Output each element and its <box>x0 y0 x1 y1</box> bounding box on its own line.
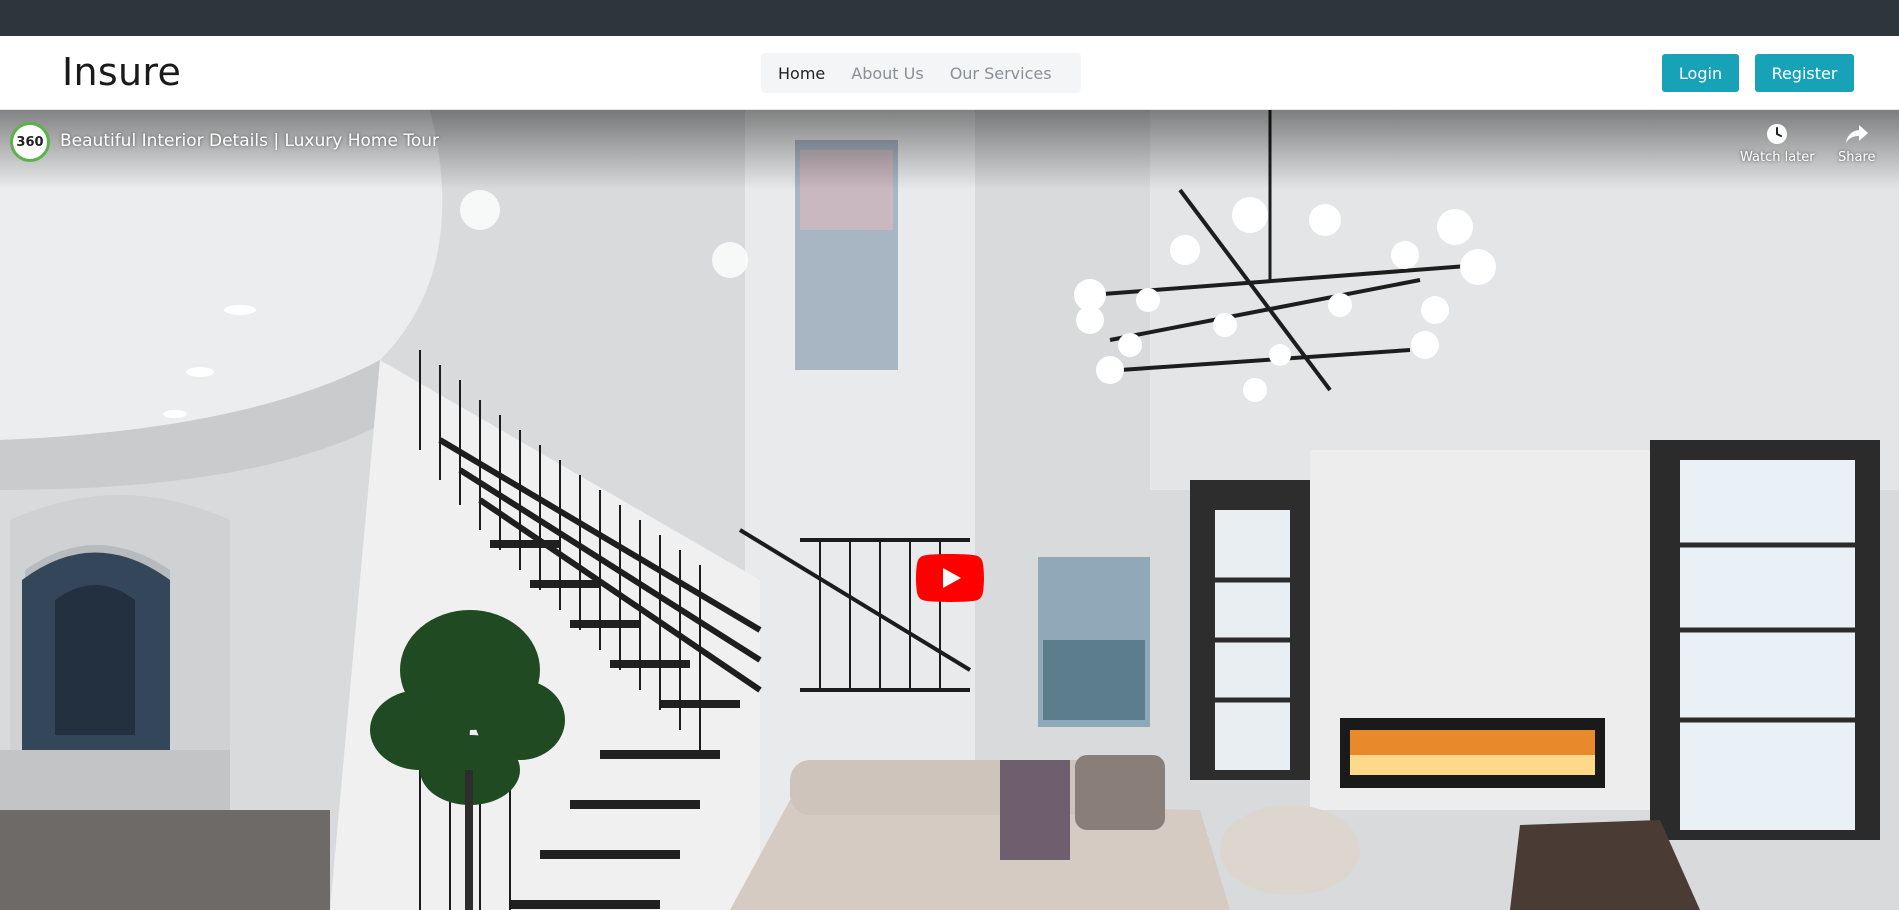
nav-link-our-services[interactable]: Our Services <box>950 64 1052 83</box>
video-thumbnail <box>0 110 1899 910</box>
login-button[interactable]: Login <box>1662 54 1739 92</box>
share-button[interactable]: Share <box>1838 122 1876 165</box>
watch-later-label: Watch later <box>1740 150 1815 165</box>
watch-later-button[interactable]: Watch later <box>1740 122 1815 165</box>
clock-icon <box>1767 124 1788 144</box>
navbar: Insure Home About Us Our Services Login … <box>0 36 1899 110</box>
video-title[interactable]: Beautiful Interior Details | Luxury Home… <box>60 131 439 151</box>
main-nav: Home About Us Our Services <box>761 53 1081 93</box>
share-label: Share <box>1838 150 1876 165</box>
brand-logo[interactable]: Insure <box>62 50 181 94</box>
play-button[interactable] <box>916 554 984 602</box>
nav-link-about-us[interactable]: About Us <box>851 64 923 83</box>
youtube-play-icon <box>916 554 984 602</box>
nav-link-home[interactable]: Home <box>778 64 825 83</box>
video-player[interactable]: 360 Beautiful Interior Details | Luxury … <box>0 110 1899 910</box>
register-button[interactable]: Register <box>1755 54 1854 92</box>
share-arrow-icon <box>1845 125 1868 143</box>
top-strip <box>0 0 1899 36</box>
channel-avatar[interactable]: 360 <box>10 122 50 162</box>
